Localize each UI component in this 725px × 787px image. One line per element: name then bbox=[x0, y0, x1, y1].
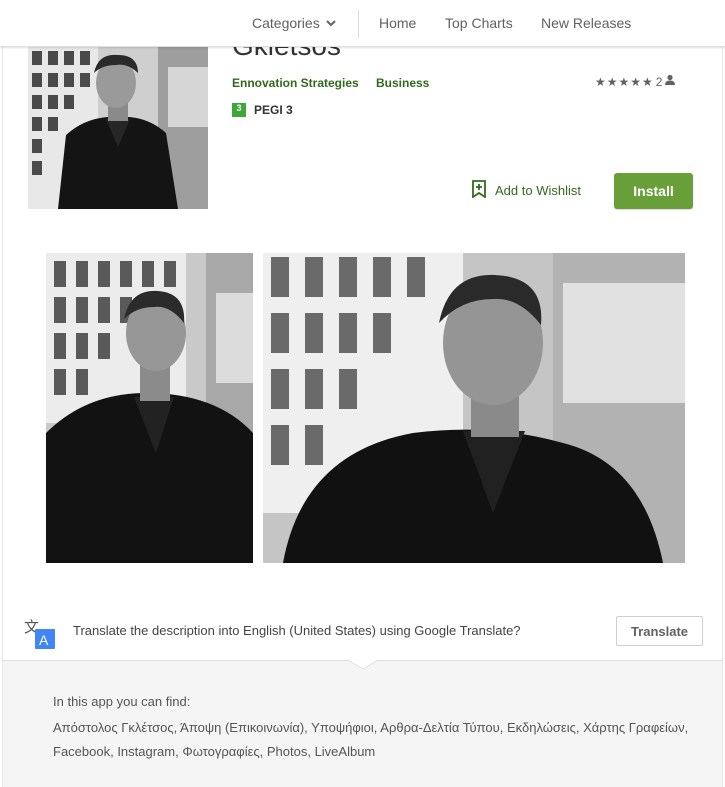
chevron-down-icon bbox=[325, 19, 336, 27]
app-title: Gkletsos bbox=[232, 47, 341, 62]
card-border-right bbox=[722, 47, 723, 787]
person-icon bbox=[664, 74, 676, 89]
screenshot-1[interactable] bbox=[46, 253, 253, 563]
rating-count: 2 bbox=[655, 74, 663, 89]
rating-summary: ★★★★★ 2 bbox=[595, 74, 676, 89]
nav-categories-label: Categories bbox=[252, 15, 320, 31]
google-translate-icon: 文 A bbox=[22, 616, 58, 650]
nav-new-releases-link[interactable]: New Releases bbox=[541, 15, 631, 31]
description-intro: In this app you can find: bbox=[53, 694, 191, 709]
wishlist-label: Add to Wishlist bbox=[495, 183, 581, 198]
description-pointer bbox=[347, 652, 379, 670]
app-title-container: Gkletsos bbox=[232, 47, 432, 65]
nav-home-link[interactable]: Home bbox=[379, 15, 416, 31]
content-rating: 3 PEGI 3 bbox=[232, 103, 293, 117]
content-rating-label: PEGI 3 bbox=[254, 103, 293, 117]
top-navigation: Categories Home Top Charts New Releases bbox=[0, 0, 725, 47]
bookmark-add-icon bbox=[472, 180, 486, 201]
nav-top-charts-link[interactable]: Top Charts bbox=[445, 15, 513, 31]
translate-button[interactable]: Translate bbox=[616, 616, 703, 646]
description-body: Απόστολος Γκλέτσος, Άποψη (Επικοινωνία),… bbox=[53, 720, 689, 759]
screenshot-2[interactable] bbox=[263, 253, 685, 563]
translate-bar: 文 A Translate the description into Engli… bbox=[0, 608, 725, 654]
nav-divider bbox=[358, 10, 359, 38]
add-to-wishlist-button[interactable]: Add to Wishlist bbox=[472, 180, 581, 201]
app-icon bbox=[28, 47, 208, 209]
developer-link[interactable]: Ennovation Strategies bbox=[232, 76, 359, 90]
install-button[interactable]: Install bbox=[614, 173, 693, 209]
category-link[interactable]: Business bbox=[376, 76, 429, 90]
pegi-badge-icon: 3 bbox=[232, 103, 246, 117]
svg-text:A: A bbox=[39, 632, 49, 648]
translate-prompt: Translate the description into English (… bbox=[73, 623, 521, 638]
nav-categories-dropdown[interactable]: Categories bbox=[252, 15, 336, 31]
star-rating-icon: ★★★★★ bbox=[595, 74, 654, 89]
